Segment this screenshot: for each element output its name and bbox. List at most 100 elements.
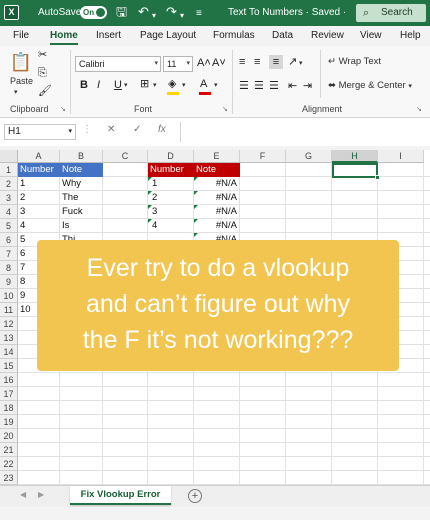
- font-launcher-icon[interactable]: ↘: [222, 105, 228, 113]
- align-top-icon[interactable]: ≡: [239, 55, 245, 69]
- cell-d1[interactable]: Number: [148, 163, 194, 177]
- cell-a4[interactable]: 3: [18, 205, 60, 219]
- underline-dropdown-icon[interactable]: ▾: [124, 81, 128, 89]
- cell-b1[interactable]: Note: [60, 163, 103, 177]
- row-header[interactable]: 15: [0, 359, 18, 373]
- italic-button[interactable]: I: [97, 78, 100, 92]
- align-middle-icon[interactable]: ≡: [254, 55, 260, 69]
- enter-icon[interactable]: ✓: [133, 124, 141, 135]
- more-options-icon[interactable]: ⋮: [82, 124, 92, 135]
- copy-icon[interactable]: ⎘: [38, 66, 47, 80]
- tab-help[interactable]: Help: [400, 30, 421, 41]
- row-header[interactable]: 11: [0, 303, 18, 317]
- orientation-icon[interactable]: ↗: [288, 55, 297, 69]
- row-header[interactable]: 1: [0, 163, 18, 177]
- tab-data[interactable]: Data: [272, 30, 293, 41]
- clipboard-launcher-icon[interactable]: ↘: [60, 105, 66, 113]
- cell-d3[interactable]: 2: [148, 191, 194, 205]
- cell-e3[interactable]: #N/A: [194, 191, 240, 205]
- orientation-dropdown-icon[interactable]: ▾: [299, 59, 303, 67]
- cell-a3[interactable]: 2: [18, 191, 60, 205]
- tab-review[interactable]: Review: [311, 30, 344, 41]
- row-header[interactable]: 21: [0, 443, 18, 457]
- borders-dropdown-icon[interactable]: ▾: [153, 81, 157, 89]
- wrap-text-button[interactable]: ↵ Wrap Text: [328, 56, 381, 67]
- column-header-h[interactable]: H: [332, 150, 378, 163]
- row-header[interactable]: 10: [0, 289, 18, 303]
- cell-e1[interactable]: Note: [194, 163, 240, 177]
- fill-color-icon[interactable]: ◈: [168, 77, 176, 91]
- column-header-c[interactable]: C: [103, 150, 148, 163]
- borders-icon[interactable]: ⊞: [140, 77, 149, 91]
- decrease-indent-icon[interactable]: ⇤: [288, 79, 297, 93]
- save-icon[interactable]: 🖫: [116, 4, 127, 20]
- name-box[interactable]: H1 ▾: [4, 124, 76, 140]
- cell-e4[interactable]: #N/A: [194, 205, 240, 219]
- fill-dropdown-icon[interactable]: ▾: [182, 81, 186, 89]
- add-sheet-button[interactable]: +: [188, 489, 202, 503]
- redo-icon[interactable]: ↷: [166, 4, 177, 20]
- cell-b3[interactable]: The: [60, 191, 103, 205]
- row-header[interactable]: 13: [0, 331, 18, 345]
- cell-e5[interactable]: #N/A: [194, 219, 240, 233]
- font-color-button[interactable]: A: [200, 77, 207, 91]
- formula-input[interactable]: [180, 122, 428, 142]
- cell-d5[interactable]: 4: [148, 219, 194, 233]
- format-painter-icon[interactable]: 🖌: [38, 84, 52, 98]
- row-header[interactable]: 9: [0, 275, 18, 289]
- column-header-i[interactable]: I: [378, 150, 424, 163]
- row-header[interactable]: 18: [0, 401, 18, 415]
- tab-home[interactable]: Home: [50, 30, 78, 45]
- search-box[interactable]: ⌕ Search: [356, 4, 426, 22]
- autosave-toggle[interactable]: On: [80, 6, 107, 19]
- font-color-dropdown-icon[interactable]: ▾: [214, 81, 218, 89]
- undo-icon[interactable]: ↶: [138, 4, 149, 20]
- row-header[interactable]: 6: [0, 233, 18, 247]
- tab-view[interactable]: View: [360, 30, 382, 41]
- cell-a2[interactable]: 1: [18, 177, 60, 191]
- row-header[interactable]: 23: [0, 471, 18, 485]
- tab-insert[interactable]: Insert: [96, 30, 121, 41]
- cell-d4[interactable]: 3: [148, 205, 194, 219]
- customize-toolbar-icon[interactable]: ≡: [196, 6, 202, 22]
- cell-e2[interactable]: #N/A: [194, 177, 240, 191]
- row-header[interactable]: 12: [0, 317, 18, 331]
- next-sheet-icon[interactable]: ▶: [38, 490, 44, 499]
- column-header-a[interactable]: A: [18, 150, 60, 163]
- row-header[interactable]: 5: [0, 219, 18, 233]
- column-header-b[interactable]: B: [60, 150, 103, 163]
- fill-handle[interactable]: [375, 175, 380, 180]
- undo-dropdown-icon[interactable]: ▾: [152, 8, 156, 24]
- cell-b4[interactable]: Fuck: [60, 205, 103, 219]
- row-header[interactable]: 22: [0, 457, 18, 471]
- row-header[interactable]: 17: [0, 387, 18, 401]
- font-name-select[interactable]: Calibri ▾: [75, 56, 161, 72]
- row-header[interactable]: 4: [0, 205, 18, 219]
- insert-function-button[interactable]: fx: [158, 124, 166, 135]
- cut-icon[interactable]: ✂: [38, 48, 47, 62]
- column-header-g[interactable]: G: [286, 150, 332, 163]
- row-header[interactable]: 7: [0, 247, 18, 261]
- row-header[interactable]: 19: [0, 415, 18, 429]
- paste-label[interactable]: Paste: [10, 76, 33, 86]
- bold-button[interactable]: B: [80, 78, 88, 92]
- grow-font-button[interactable]: A˄: [197, 56, 211, 70]
- cell-a5[interactable]: 4: [18, 219, 60, 233]
- column-header-f[interactable]: F: [240, 150, 286, 163]
- row-header[interactable]: 16: [0, 373, 18, 387]
- cell-a1[interactable]: Number: [18, 163, 60, 177]
- paste-dropdown-icon[interactable]: ▾: [14, 88, 18, 96]
- align-left-icon[interactable]: ☰: [239, 79, 249, 93]
- increase-indent-icon[interactable]: ⇥: [303, 79, 312, 93]
- row-header[interactable]: 2: [0, 177, 18, 191]
- underline-button[interactable]: U: [114, 78, 122, 92]
- column-header-d[interactable]: D: [148, 150, 194, 163]
- row-header[interactable]: 20: [0, 429, 18, 443]
- shrink-font-button[interactable]: A˅: [212, 56, 226, 70]
- previous-sheet-icon[interactable]: ◀: [20, 490, 26, 499]
- row-header[interactable]: 8: [0, 261, 18, 275]
- select-all-corner[interactable]: [0, 150, 18, 163]
- font-size-select[interactable]: 11 ▾: [163, 56, 193, 72]
- selected-cell-h1[interactable]: [332, 163, 380, 180]
- tab-page-layout[interactable]: Page Layout: [140, 30, 196, 41]
